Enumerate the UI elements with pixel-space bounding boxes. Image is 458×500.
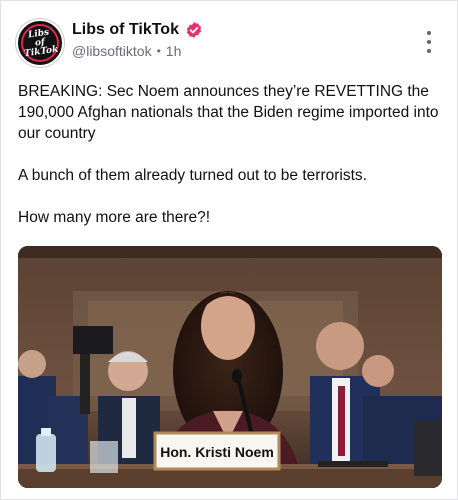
hearing-photo: Hon. Kristi Noem bbox=[18, 246, 442, 488]
post-card[interactable]: Libs of TikTok Libs of TikTok @libsoftik… bbox=[0, 0, 458, 500]
avatar-logo-text: Libs of TikTok bbox=[23, 27, 59, 59]
author-avatar[interactable]: Libs of TikTok bbox=[16, 19, 64, 67]
post-body: BREAKING: Sec Noem announces they’re REV… bbox=[18, 81, 443, 228]
more-vertical-icon[interactable] bbox=[425, 31, 433, 53]
author-name-row: Libs of TikTok bbox=[72, 21, 203, 39]
nameplate-text: Hon. Kristi Noem bbox=[160, 444, 274, 460]
author-handle[interactable]: @libsoftiktok bbox=[72, 43, 152, 59]
author-meta-row: @libsoftiktok • 1h bbox=[72, 43, 181, 59]
post-text-paragraph: How many more are there?! bbox=[18, 209, 211, 226]
post-timestamp[interactable]: 1h bbox=[166, 43, 182, 59]
author-display-name[interactable]: Libs of TikTok bbox=[72, 21, 179, 39]
post-text-paragraph: BREAKING: Sec Noem announces they’re REV… bbox=[18, 83, 439, 142]
meta-separator: • bbox=[156, 44, 161, 58]
post-media-image[interactable]: Hon. Kristi Noem bbox=[18, 246, 442, 488]
verified-badge-icon bbox=[186, 22, 202, 38]
post-text-paragraph: A bunch of them already turned out to be… bbox=[18, 167, 367, 184]
